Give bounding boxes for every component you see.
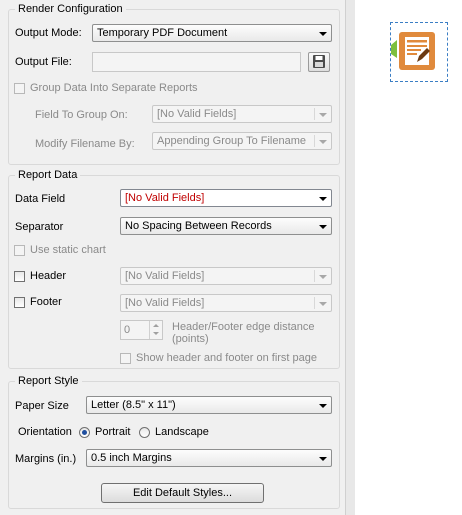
- chevron-down-icon: [319, 275, 327, 279]
- chevron-down-icon: [319, 404, 327, 408]
- paper-size-label: Paper Size: [15, 400, 69, 412]
- header-checkbox[interactable]: [14, 271, 25, 282]
- floppy-disk-icon: [313, 55, 325, 68]
- show-first-page-label: Show header and footer on first page: [136, 352, 318, 364]
- header-field-dropdown[interactable]: [No Valid Fields]: [120, 267, 332, 285]
- chevron-down-icon[interactable]: [153, 332, 159, 335]
- portrait-label: Portrait: [95, 426, 131, 438]
- edge-distance-stepper[interactable]: 0: [120, 320, 163, 340]
- save-file-button[interactable]: [308, 52, 330, 72]
- modify-filename-dropdown[interactable]: Appending Group To Filename: [152, 132, 332, 150]
- report-data-group: Report Data Data Field [No Valid Fields]…: [8, 168, 340, 369]
- margins-value: 0.5 inch Margins: [91, 452, 172, 464]
- paper-size-dropdown[interactable]: Letter (8.5" x 11"): [86, 396, 332, 414]
- output-mode-dropdown[interactable]: Temporary PDF Document: [92, 24, 332, 42]
- static-chart-checkbox[interactable]: [14, 245, 25, 256]
- footer-checkbox[interactable]: [14, 297, 25, 308]
- separator-dropdown[interactable]: No Spacing Between Records: [120, 217, 332, 235]
- report-render-tool[interactable]: [390, 22, 448, 82]
- edge-distance-value: 0: [124, 324, 131, 336]
- footer-field-value: [No Valid Fields]: [125, 297, 205, 309]
- edit-default-styles-button[interactable]: Edit Default Styles...: [101, 483, 264, 503]
- show-first-page-checkbox[interactable]: [120, 353, 131, 364]
- output-mode-value: Temporary PDF Document: [97, 27, 228, 39]
- render-configuration-group: Render Configuration Output Mode: Tempor…: [8, 2, 340, 165]
- header-field-value: [No Valid Fields]: [125, 270, 205, 282]
- report-style-group: Report Style Paper Size Letter (8.5" x 1…: [8, 374, 340, 509]
- data-field-dropdown[interactable]: [No Valid Fields]: [120, 189, 332, 207]
- separator-value: No Spacing Between Records: [125, 220, 272, 232]
- margins-label: Margins (in.): [15, 453, 77, 465]
- field-to-group-label: Field To Group On:: [35, 109, 128, 121]
- vertical-scrollbar[interactable]: [345, 0, 355, 515]
- report-data-title: Report Data: [15, 168, 81, 183]
- paper-size-value: Letter (8.5" x 11"): [91, 399, 176, 411]
- chevron-up-icon[interactable]: [153, 324, 159, 327]
- footer-field-dropdown[interactable]: [No Valid Fields]: [120, 294, 332, 312]
- separator-label: Separator: [15, 221, 64, 233]
- orientation-label: Orientation: [18, 426, 72, 438]
- chevron-down-icon: [319, 113, 327, 117]
- report-render-tool-icon: [391, 32, 435, 70]
- chevron-down-icon: [319, 32, 327, 36]
- static-chart-label: Use static chart: [30, 244, 106, 256]
- landscape-label: Landscape: [155, 426, 209, 438]
- output-file-label: Output File:: [15, 56, 72, 68]
- group-data-checkbox[interactable]: [14, 83, 25, 94]
- data-field-value: [No Valid Fields]: [125, 192, 205, 204]
- portrait-radio[interactable]: [79, 427, 90, 438]
- report-style-title: Report Style: [15, 374, 82, 389]
- configuration-panel: Render Configuration Output Mode: Tempor…: [0, 0, 345, 515]
- modify-filename-label: Modify Filename By:: [35, 138, 135, 150]
- chevron-down-icon: [319, 225, 327, 229]
- header-label: Header: [30, 270, 67, 282]
- render-configuration-title: Render Configuration: [15, 2, 126, 17]
- chevron-down-icon: [319, 302, 327, 306]
- chevron-down-icon: [319, 197, 327, 201]
- chevron-down-icon: [319, 140, 327, 144]
- margins-dropdown[interactable]: 0.5 inch Margins: [86, 449, 332, 467]
- field-to-group-dropdown[interactable]: [No Valid Fields]: [152, 105, 332, 123]
- output-mode-label: Output Mode:: [15, 27, 82, 39]
- modify-filename-value: Appending Group To Filename: [157, 135, 307, 147]
- output-file-input[interactable]: [92, 52, 301, 72]
- footer-label: Footer: [30, 296, 62, 308]
- field-to-group-value: [No Valid Fields]: [157, 108, 237, 120]
- chevron-down-icon: [319, 457, 327, 461]
- edge-distance-unit-label: (points): [172, 333, 209, 345]
- data-field-label: Data Field: [15, 193, 66, 205]
- landscape-radio[interactable]: [139, 427, 150, 438]
- group-data-label: Group Data Into Separate Reports: [30, 82, 198, 94]
